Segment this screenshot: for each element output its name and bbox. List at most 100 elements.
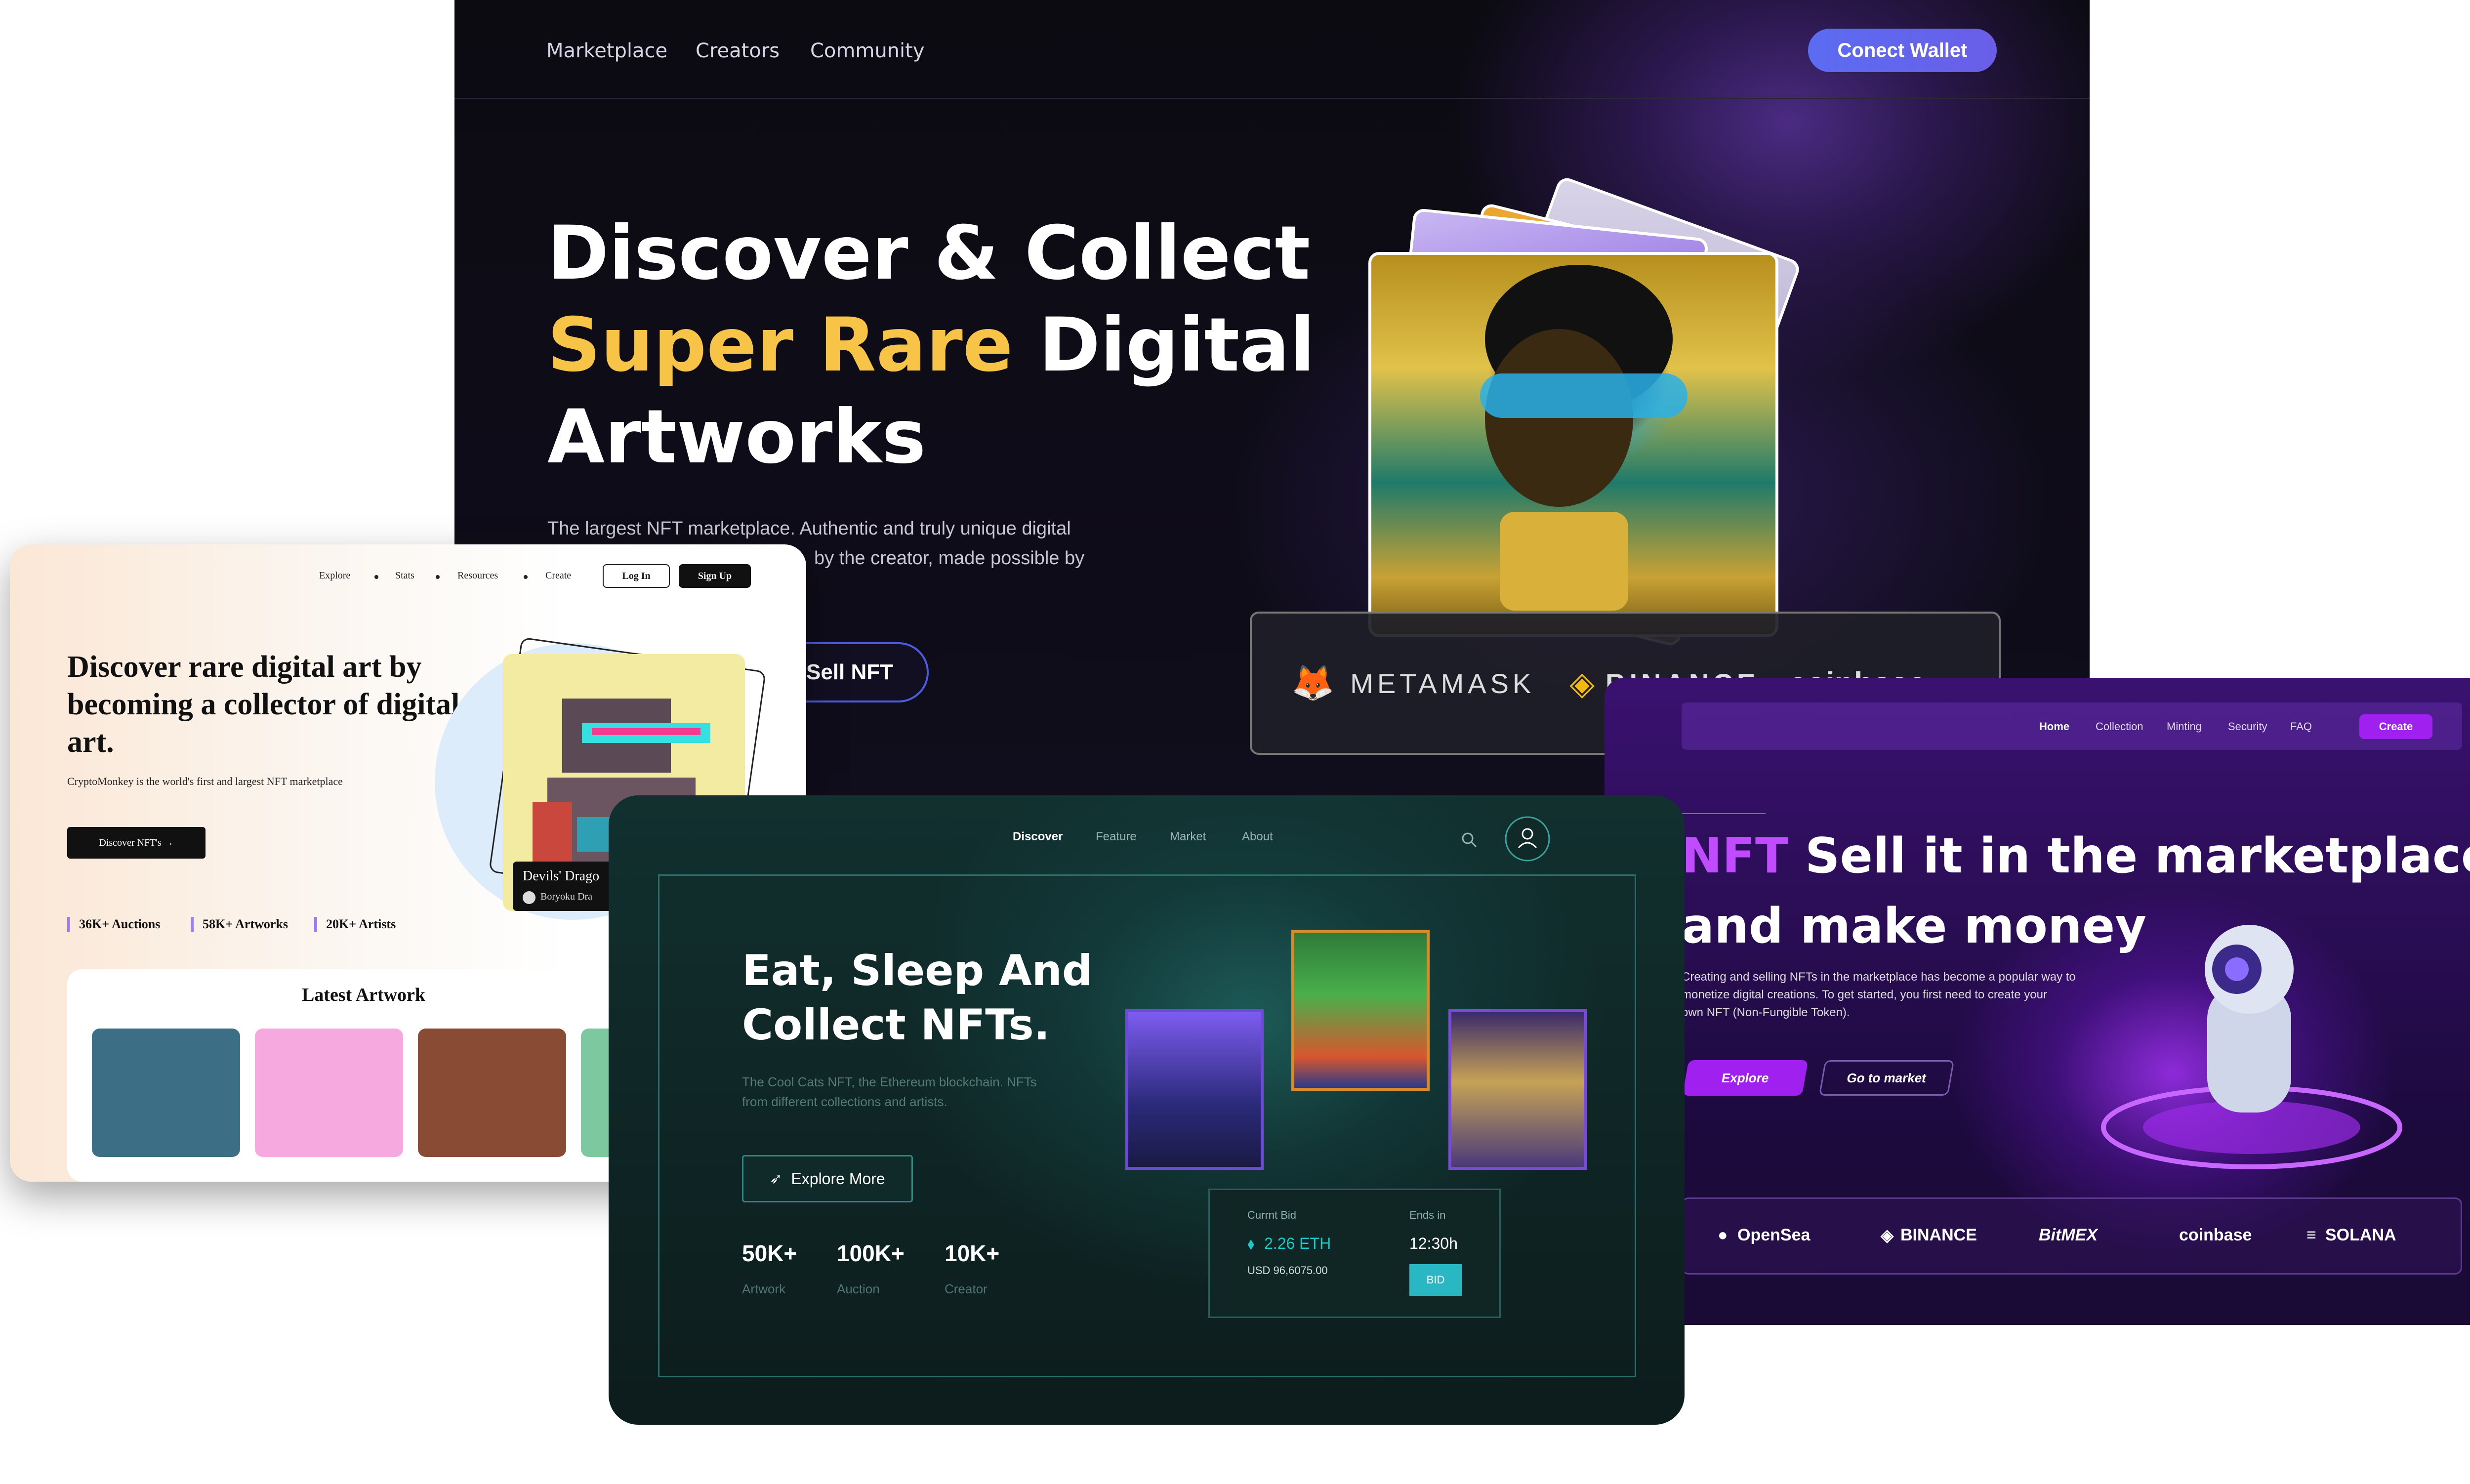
purple-title-nft: NFT <box>1682 828 1788 884</box>
purple-nav-security[interactable]: Security <box>2228 720 2267 733</box>
stat-auction-value: 100K+ <box>837 1240 905 1266</box>
teal-window: Discover Feature Market About Eat, Sleep… <box>609 795 1685 1425</box>
nft-card-astronaut[interactable] <box>1125 1009 1264 1170</box>
bid-button[interactable]: BID <box>1409 1264 1462 1296</box>
current-bid-eth: 2.26 ETH <box>1264 1235 1331 1252</box>
nav-dot <box>524 575 528 579</box>
partner-logos-bar: ● OpenSea ◈ BINANCE BitMEX coinbase ≡ SO… <box>1682 1197 2462 1275</box>
purple-nav-minting[interactable]: Minting <box>2167 720 2202 733</box>
current-bid-usd: USD 96,6075.00 <box>1247 1264 1328 1277</box>
go-to-market-button[interactable]: Go to market <box>1818 1060 1955 1096</box>
owner-avatar <box>523 891 535 904</box>
connect-wallet-button[interactable]: Conect Wallet <box>1808 29 1997 72</box>
stat-creator-label: Creator <box>945 1281 988 1296</box>
eth-icon: ⬧ <box>1247 1235 1255 1252</box>
stat-auctions: 36K+ Auctions <box>67 917 160 932</box>
search-icon[interactable] <box>1460 831 1478 849</box>
stat-creator-value: 10K+ <box>945 1240 1000 1266</box>
light-nav-resources[interactable]: Resources <box>457 570 498 581</box>
purple-nav-home[interactable]: Home <box>2039 720 2069 733</box>
purple-topbar <box>1682 702 2462 750</box>
ends-in-time: 12:30h <box>1409 1235 1458 1252</box>
hero-title-highlight: Super Rare <box>547 302 1013 388</box>
rocket-icon: ➶ <box>770 1170 782 1187</box>
light-nav-stats[interactable]: Stats <box>395 570 414 581</box>
nav-dot <box>436 575 440 579</box>
stat-artwork-label: Artwork <box>742 1281 786 1296</box>
dragon-card-owner: Boryoku Dra <box>540 891 592 902</box>
signup-button[interactable]: Sign Up <box>679 564 751 588</box>
hero-subtitle-line1: The largest NFT marketplace. Authentic a… <box>547 518 1071 539</box>
hero-title-line3: Artworks <box>547 394 926 480</box>
artwork-thumb-ape[interactable] <box>92 1029 240 1157</box>
teal-title: Eat, Sleep And Collect NFTs. <box>742 944 1187 1052</box>
artwork-thumb-face[interactable] <box>255 1029 403 1157</box>
purple-title-line1: Sell it in the marketplace <box>1788 828 2470 884</box>
light-title: Discover rare digital art by becoming a … <box>67 650 460 759</box>
partner-opensea: OpenSea <box>1737 1226 1811 1244</box>
purple-subtitle: Creating and selling NFTs in the marketp… <box>1682 968 2156 1022</box>
binance-icon: ◈ <box>1881 1226 1894 1245</box>
nav-dot <box>374 575 378 579</box>
partner-solana: SOLANA <box>2325 1226 2396 1244</box>
robot-pedestal-icon <box>2101 925 2402 1169</box>
light-nav-explore[interactable]: Explore <box>319 570 350 581</box>
teal-nav-about[interactable]: About <box>1242 830 1273 844</box>
stat-artwork-value: 50K+ <box>742 1240 797 1266</box>
stat-auction-label: Auction <box>837 1281 880 1296</box>
purple-subtitle-line1: Creating and selling NFTs in the marketp… <box>1682 970 2076 984</box>
purple-title-line2: and make money <box>1682 898 2147 954</box>
portrait-art-icon <box>1480 265 1688 611</box>
create-button[interactable]: Create <box>2359 714 2432 739</box>
wallet-metamask: METAMASK <box>1350 667 1535 699</box>
latest-artwork-title: Latest Artwork <box>301 985 426 1005</box>
purple-nav-faq[interactable]: FAQ <box>2290 720 2312 733</box>
art-card-front[interactable] <box>1368 252 1778 637</box>
teal-nav-feature[interactable]: Feature <box>1096 830 1137 844</box>
ends-in-label: Ends in <box>1409 1209 1446 1221</box>
teal-subtitle-line1: The Cool Cats NFT, the Ethereum blockcha… <box>742 1074 1037 1089</box>
nav-creators[interactable]: Creators <box>696 40 780 62</box>
opensea-icon: ● <box>1718 1226 1728 1244</box>
teal-nav-market[interactable]: Market <box>1170 830 1206 844</box>
metamask-icon: 🦊 <box>1291 663 1339 702</box>
nav-marketplace[interactable]: Marketplace <box>546 40 667 62</box>
teal-subtitle: The Cool Cats NFT, the Ethereum blockcha… <box>742 1072 1117 1112</box>
binance-icon: ◈ <box>1569 664 1599 701</box>
explore-more-button[interactable]: ➶ Explore More <box>742 1155 913 1202</box>
nft-card-cat[interactable] <box>1448 1009 1587 1170</box>
teal-subtitle-line2: from different collections and artists. <box>742 1094 947 1109</box>
purple-subtitle-line3: own NFT (Non-Fungible Token). <box>1682 1006 1850 1019</box>
latest-artwork-section: Latest Artwork <box>67 969 729 1182</box>
bid-panel: Currnt Bid ⬧ 2.26 ETH USD 96,6075.00 End… <box>1208 1189 1501 1318</box>
teal-title-line2: Collect NFTs. <box>742 1000 1050 1050</box>
teal-nav-discover[interactable]: Discover <box>1013 830 1063 844</box>
partner-coinbase: coinbase <box>2179 1226 2252 1244</box>
nav-community[interactable]: Community <box>810 40 925 62</box>
discover-nfts-button[interactable]: Discover NFT's → <box>67 827 206 859</box>
purple-window: Home Collection Minting Security FAQ Cre… <box>1605 678 2470 1325</box>
current-bid-label: Currnt Bid <box>1247 1209 1297 1221</box>
nft-card-alien[interactable] <box>1291 930 1430 1091</box>
profile-icon[interactable] <box>1504 815 1551 863</box>
light-subtitle: CryptoMonkey is the world's first and la… <box>67 775 343 787</box>
partner-binance: BINANCE <box>1900 1226 1977 1244</box>
stat-artworks: 58K+ Artworks <box>191 917 288 932</box>
nav-divider <box>454 98 2090 99</box>
solana-icon: ≡ <box>2306 1226 2316 1244</box>
partner-bitmex: BitMEX <box>2039 1226 2098 1244</box>
hero-title: Discover & Collect Super Rare Digital Ar… <box>547 207 1338 483</box>
purple-explore-button[interactable]: Explore <box>1682 1060 1809 1096</box>
light-nav-create[interactable]: Create <box>545 570 571 581</box>
artwork-thumb-punk[interactable] <box>418 1029 566 1157</box>
teal-title-line1: Eat, Sleep And <box>742 946 1093 995</box>
decor-line <box>1682 813 1766 814</box>
stat-artists: 20K+ Artists <box>314 917 396 932</box>
explore-more-label: Explore More <box>791 1169 885 1188</box>
hero-title-line2: Digital <box>1013 302 1315 388</box>
dragon-card-title: Devils' Drago <box>523 868 600 884</box>
purple-subtitle-line2: monetize digital creations. To get start… <box>1682 988 2047 1001</box>
login-button[interactable]: Log In <box>603 564 670 588</box>
purple-nav-collection[interactable]: Collection <box>2096 720 2143 733</box>
hero-title-line1: Discover & Collect <box>547 210 1311 296</box>
